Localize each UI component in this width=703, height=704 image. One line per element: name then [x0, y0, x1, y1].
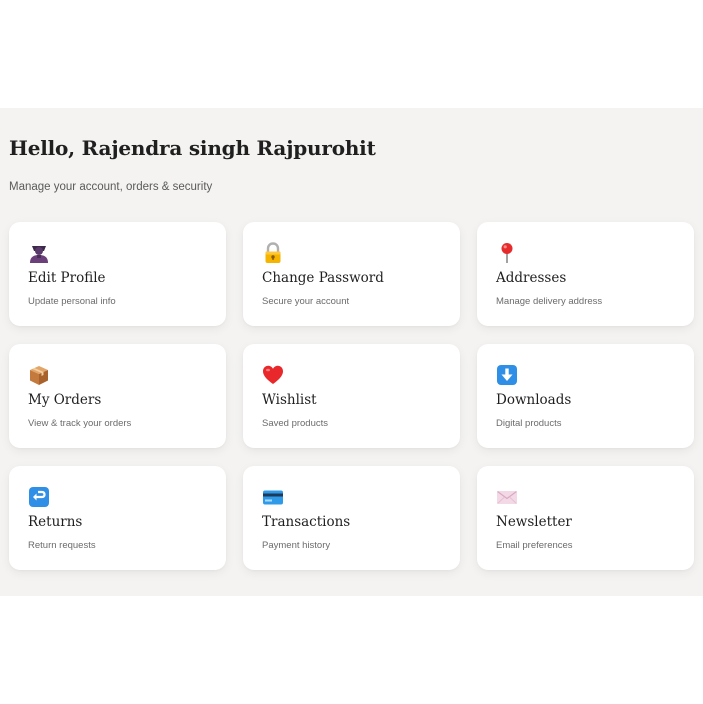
envelope-icon — [496, 486, 518, 508]
map-pin-icon — [496, 242, 518, 264]
page-subtitle: Manage your account, orders & security — [9, 181, 213, 193]
heart-icon — [262, 364, 284, 386]
wishlist-card[interactable]: Wishlist Saved products — [243, 344, 460, 448]
card-title: Returns — [28, 514, 83, 530]
page: Hello, Rajendra singh Rajpurohit Manage … — [0, 0, 703, 704]
card-title: Addresses — [496, 270, 567, 286]
card-title: Change Password — [262, 270, 384, 286]
card-title: Wishlist — [262, 392, 317, 408]
card-description: Saved products — [262, 418, 329, 429]
return-arrow-icon — [28, 486, 50, 508]
addresses-card[interactable]: Addresses Manage delivery address — [477, 222, 694, 326]
card-description: View & track your orders — [28, 418, 132, 429]
download-arrow-icon — [496, 364, 518, 386]
returns-card[interactable]: Returns Return requests — [9, 466, 226, 570]
downloads-card[interactable]: Downloads Digital products — [477, 344, 694, 448]
card-title: Edit Profile — [28, 270, 106, 286]
card-title: Newsletter — [496, 514, 572, 530]
card-title: Downloads — [496, 392, 572, 408]
card-description: Email preferences — [496, 540, 573, 551]
newsletter-card[interactable]: Newsletter Email preferences — [477, 466, 694, 570]
card-description: Digital products — [496, 418, 562, 429]
my-orders-card[interactable]: My Orders View & track your orders — [9, 344, 226, 448]
transactions-card[interactable]: Transactions Payment history — [243, 466, 460, 570]
change-password-card[interactable]: Change Password Secure your account — [243, 222, 460, 326]
edit-profile-card[interactable]: Edit Profile Update personal info — [9, 222, 226, 326]
credit-card-icon — [262, 486, 284, 508]
card-description: Update personal info — [28, 296, 116, 307]
lock-icon — [262, 242, 284, 264]
card-description: Payment history — [262, 540, 331, 551]
card-description: Secure your account — [262, 296, 350, 307]
user-silhouette-icon — [28, 242, 50, 264]
package-icon — [28, 364, 50, 386]
card-title: My Orders — [28, 392, 102, 408]
card-description: Manage delivery address — [496, 296, 603, 307]
page-title: Hello, Rajendra singh Rajpurohit — [9, 136, 376, 160]
card-description: Return requests — [28, 540, 96, 551]
card-title: Transactions — [262, 514, 351, 530]
